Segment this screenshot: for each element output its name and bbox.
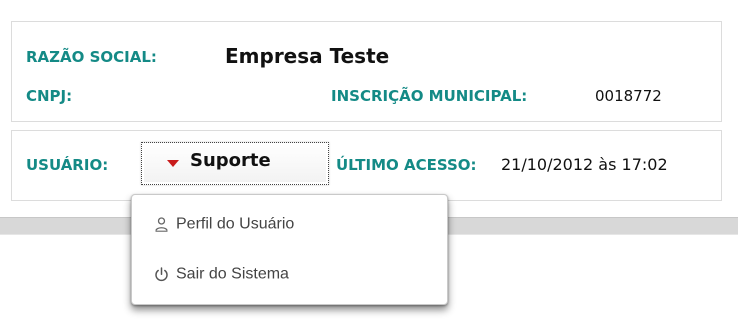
user-label: USUÁRIO: (26, 156, 109, 174)
menu-item-user-profile[interactable]: Perfil do Usuário (153, 212, 403, 236)
razao-social-label: RAZÃO SOCIAL: (26, 48, 157, 66)
menu-item-logout[interactable]: Sair do Sistema (153, 262, 403, 286)
company-info-panel: RAZÃO SOCIAL: Empresa Teste CNPJ: INSCRI… (11, 21, 722, 122)
municipal-registration-value: 0018772 (595, 87, 662, 105)
user-info-panel: USUÁRIO: Suporte ÚLTIMO ACESSO: 21/10/20… (11, 130, 722, 201)
cnpj-label: CNPJ: (26, 87, 73, 105)
user-dropdown-button[interactable]: Suporte (141, 142, 329, 185)
user-dropdown-menu: Perfil do Usuário Sair do Sistema (131, 194, 448, 305)
last-access-value: 21/10/2012 às 17:02 (501, 155, 668, 174)
menu-item-label: Sair do Sistema (176, 265, 289, 283)
user-icon (155, 217, 168, 232)
caret-down-icon (167, 160, 179, 167)
municipal-registration-label: INSCRIÇÃO MUNICIPAL: (331, 87, 528, 105)
power-icon (155, 267, 168, 282)
current-user-name: Suporte (190, 150, 271, 171)
last-access-label: ÚLTIMO ACESSO: (336, 156, 477, 174)
company-name: Empresa Teste (225, 44, 390, 68)
menu-item-label: Perfil do Usuário (176, 215, 295, 233)
